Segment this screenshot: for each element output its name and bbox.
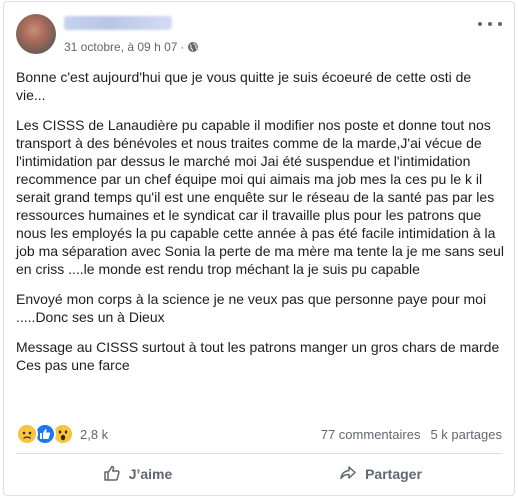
thumbs-up-icon	[103, 464, 121, 485]
comments-count[interactable]: 77 commentaires	[321, 427, 421, 442]
engagement-counts: 77 commentaires 5 k partages	[321, 427, 502, 442]
post-stats: 2,8 k 77 commentaires 5 k partages	[16, 423, 502, 445]
separator-dot: ·	[180, 40, 185, 54]
reaction-icons[interactable]	[16, 423, 74, 445]
like-label: J’aime	[128, 466, 173, 482]
author-name-redacted[interactable]	[64, 16, 172, 30]
share-button[interactable]: Partager	[259, 457, 502, 491]
post-header: 31 octobre, à 09 h 07 ·	[4, 2, 514, 66]
post-paragraph-3: Envoyé mon corps à la science je ne veux…	[16, 291, 487, 325]
post-card: 31 octobre, à 09 h 07 · Bonne c'est aujo…	[3, 1, 515, 496]
reaction-count[interactable]: 2,8 k	[80, 427, 108, 442]
post-timestamp[interactable]: 31 octobre, à 09 h 07	[64, 40, 177, 54]
post-meta: 31 octobre, à 09 h 07 ·	[64, 40, 199, 54]
post-actions: J’aime Partager	[16, 457, 502, 491]
share-arrow-icon	[339, 464, 357, 485]
shares-count[interactable]: 5 k partages	[430, 427, 502, 442]
share-label: Partager	[365, 466, 422, 482]
post-paragraph-2: Les CISSS de Lanaudière pu capable il mo…	[16, 117, 504, 277]
post-text: Bonne c'est aujourd'hui que je vous quit…	[16, 68, 504, 374]
like-button[interactable]: J’aime	[16, 457, 259, 491]
globe-icon	[187, 41, 199, 53]
sad-reaction-icon	[16, 423, 38, 445]
author-avatar[interactable]	[16, 14, 56, 54]
actions-divider	[16, 453, 502, 454]
more-options-icon[interactable]	[478, 16, 502, 32]
post-paragraph-4: Message au CISSS surtout à tout les patr…	[16, 339, 500, 373]
post-paragraph-1: Bonne c'est aujourd'hui que je vous quit…	[16, 69, 472, 103]
